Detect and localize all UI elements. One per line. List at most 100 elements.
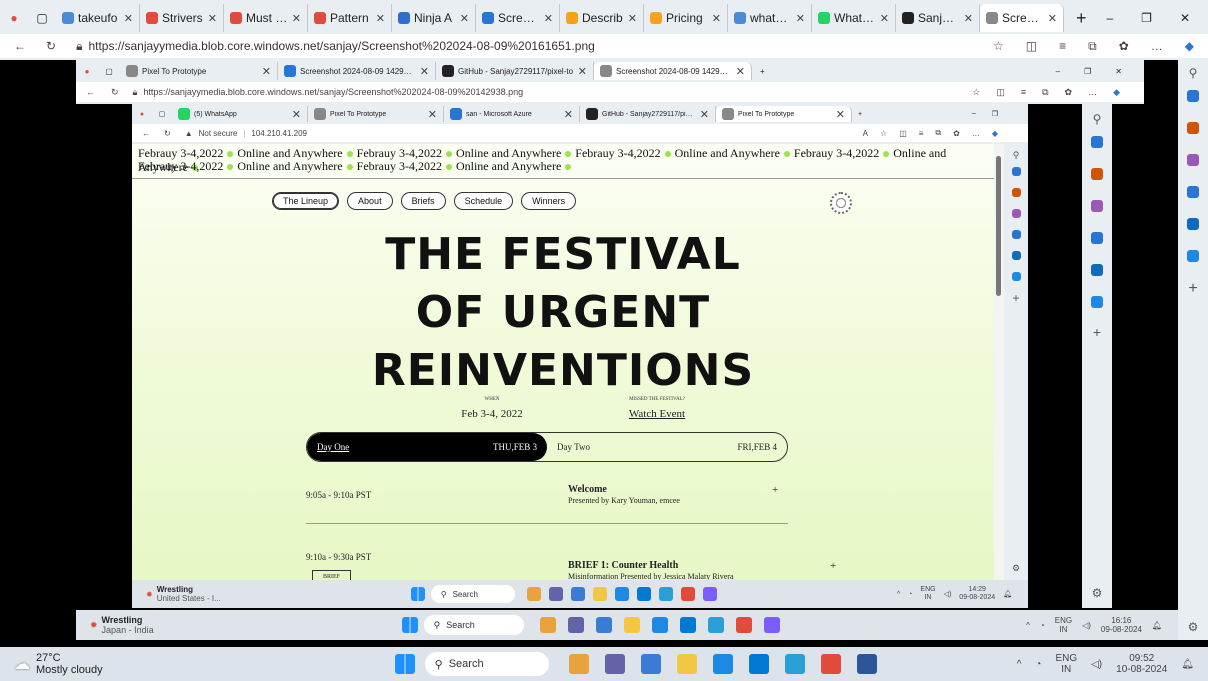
store-icon[interactable] (748, 654, 769, 674)
chrome-icon[interactable] (820, 654, 841, 674)
back-icon[interactable]: ← (132, 129, 150, 138)
close-tab-icon[interactable]: ✕ (460, 12, 469, 25)
widgets-icon[interactable] (526, 587, 541, 601)
browser-tab[interactable]: GitHub - Sanjay2729117/pixel-to ✕ (580, 106, 716, 122)
lang-label[interactable]: ENG (1055, 616, 1072, 625)
browser-tab[interactable]: takeufo ✕ (56, 4, 140, 32)
browser-tab[interactable]: Pixel To Prototype ✕ (120, 62, 278, 80)
edge-icon[interactable] (651, 617, 668, 633)
games-icon[interactable] (1011, 209, 1021, 218)
tray-up-icon[interactable]: ^ (1026, 621, 1030, 630)
close-tab-icon[interactable]: ✕ (796, 12, 805, 25)
teams-icon[interactable] (548, 587, 563, 601)
volume-icon[interactable]: ◁) (1091, 659, 1102, 670)
favorite-icon[interactable]: ☆ (972, 87, 980, 98)
store-icon[interactable] (679, 617, 696, 633)
browser-tab[interactable]: Pixel To Prototype ✕ (308, 106, 444, 122)
more-icon[interactable]: … (1151, 39, 1163, 53)
notification-icon[interactable]: 🔔︎ (1181, 659, 1194, 670)
search-icon[interactable]: ⚲ (1189, 66, 1198, 80)
close-tab-icon[interactable]: ✕ (208, 12, 217, 25)
settings-icon[interactable]: ⚙ (1012, 563, 1020, 574)
settings-icon[interactable]: ⚙ (1188, 620, 1199, 634)
restore-button[interactable]: ❐ (1084, 67, 1091, 76)
browser-tab[interactable]: Must do ✕ (224, 4, 308, 32)
profile-icon[interactable]: ● (132, 111, 152, 118)
region-label[interactable]: IN (920, 594, 935, 602)
festival-logo[interactable] (830, 192, 852, 214)
start-button[interactable] (410, 587, 425, 601)
tools-icon[interactable] (1187, 122, 1199, 134)
close-window-button[interactable]: ✕ (1180, 11, 1190, 25)
browser-tab[interactable]: (5) WhatsApp ✕ (172, 106, 308, 122)
taskbar-search[interactable]: ⚲ Search (430, 585, 515, 603)
copilot-icon[interactable]: ◆ (1113, 87, 1120, 98)
close-tab-icon[interactable]: ✕ (880, 12, 889, 25)
browser-tab[interactable]: Strivers ✕ (140, 4, 224, 32)
browser-tab[interactable]: Screenshot 2024-08-09 142938.p ✕ (594, 62, 752, 80)
day-two-tab[interactable]: Day Two FRI,FEB 4 (547, 433, 787, 461)
close-tab-icon[interactable]: ✕ (262, 65, 271, 78)
new-tab-button[interactable]: + (852, 111, 868, 118)
notification-icon[interactable]: 🔔︎ (1152, 621, 1162, 630)
office-icon[interactable] (1011, 230, 1021, 239)
file-explorer-icon[interactable] (623, 617, 640, 633)
chrome-icon[interactable] (735, 617, 752, 633)
task-view-icon[interactable] (640, 654, 661, 674)
region-label[interactable]: IN (1055, 664, 1077, 675)
weather-icon[interactable]: ✹ (146, 590, 153, 599)
clock-date[interactable]: 09-08-2024 (1101, 625, 1142, 634)
vscode-icon[interactable] (658, 587, 673, 601)
weather-cloud-icon[interactable]: ☁ (14, 654, 30, 674)
close-window-button[interactable]: ✕ (1115, 67, 1122, 76)
browser-tab[interactable]: Describ ✕ (560, 4, 644, 32)
close-tab-icon[interactable]: ✕ (700, 108, 709, 121)
edge-icon[interactable] (614, 587, 629, 601)
shopping-icon[interactable] (1011, 167, 1021, 176)
copilot-app-icon[interactable] (763, 617, 780, 633)
start-button[interactable] (394, 654, 415, 674)
new-tab-button[interactable]: + (752, 67, 773, 76)
vscode-icon[interactable] (707, 617, 724, 633)
send-icon[interactable] (1011, 272, 1021, 281)
mid-url[interactable]: https://sanjayymedia.blob.core.windows.n… (143, 87, 523, 97)
close-tab-icon[interactable]: ✕ (836, 108, 845, 121)
volume-icon[interactable]: ◁) (1082, 621, 1091, 630)
restore-button[interactable]: ❐ (1141, 11, 1152, 25)
close-tab-icon[interactable]: ✕ (420, 65, 429, 78)
lang-label[interactable]: ENG (920, 586, 935, 594)
browser-tab[interactable]: whatsap ✕ (728, 4, 812, 32)
split-screen-icon[interactable]: ◫ (996, 87, 1005, 98)
session-tag[interactable]: BRIEF (312, 570, 352, 580)
games-icon[interactable] (1187, 154, 1199, 166)
clock-date[interactable]: 09-08-2024 (959, 594, 995, 602)
volume-icon[interactable]: ◁) (944, 590, 952, 598)
close-tab-icon[interactable]: ✕ (428, 108, 437, 121)
send-icon[interactable] (1091, 296, 1103, 308)
refresh-icon[interactable]: ↻ (156, 129, 171, 138)
browser-tab[interactable]: GitHub - Sanjay2729117/pixel-to ✕ (436, 62, 594, 80)
outlook-icon[interactable] (1011, 251, 1021, 260)
tab-actions-icon[interactable]: ▢ (98, 67, 120, 76)
weather-icon[interactable]: ✹ (90, 620, 98, 631)
browser-tab[interactable]: Screens ✕ (476, 4, 560, 32)
taskbar-search[interactable]: ⚲ Search (423, 615, 524, 635)
nav-briefs[interactable]: Briefs (400, 192, 446, 210)
copilot-app-icon[interactable] (702, 587, 717, 601)
favorite-icon[interactable]: ☆ (993, 39, 1004, 53)
widgets-icon[interactable] (539, 617, 556, 633)
task-view-icon[interactable] (570, 587, 585, 601)
close-tab-icon[interactable]: ✕ (292, 12, 301, 25)
extensions-icon[interactable]: ✿ (1065, 87, 1073, 98)
profile-icon[interactable]: ● (76, 67, 98, 76)
close-tab-icon[interactable]: ✕ (712, 12, 721, 25)
widgets-icon[interactable] (568, 654, 589, 674)
clock-date[interactable]: 10-08-2024 (1116, 664, 1167, 675)
browser-tab[interactable]: Pixel To Prototype ✕ (716, 106, 852, 122)
chrome-icon[interactable] (680, 587, 695, 601)
minimize-button[interactable]: – (1056, 67, 1060, 76)
new-tab-button[interactable]: + (1064, 8, 1099, 29)
close-tab-icon[interactable]: ✕ (376, 12, 385, 25)
notification-icon[interactable]: 🔔︎ (1003, 590, 1012, 598)
browser-tab[interactable]: Screenshot 2024-08-09 142938.p ✕ (278, 62, 436, 80)
